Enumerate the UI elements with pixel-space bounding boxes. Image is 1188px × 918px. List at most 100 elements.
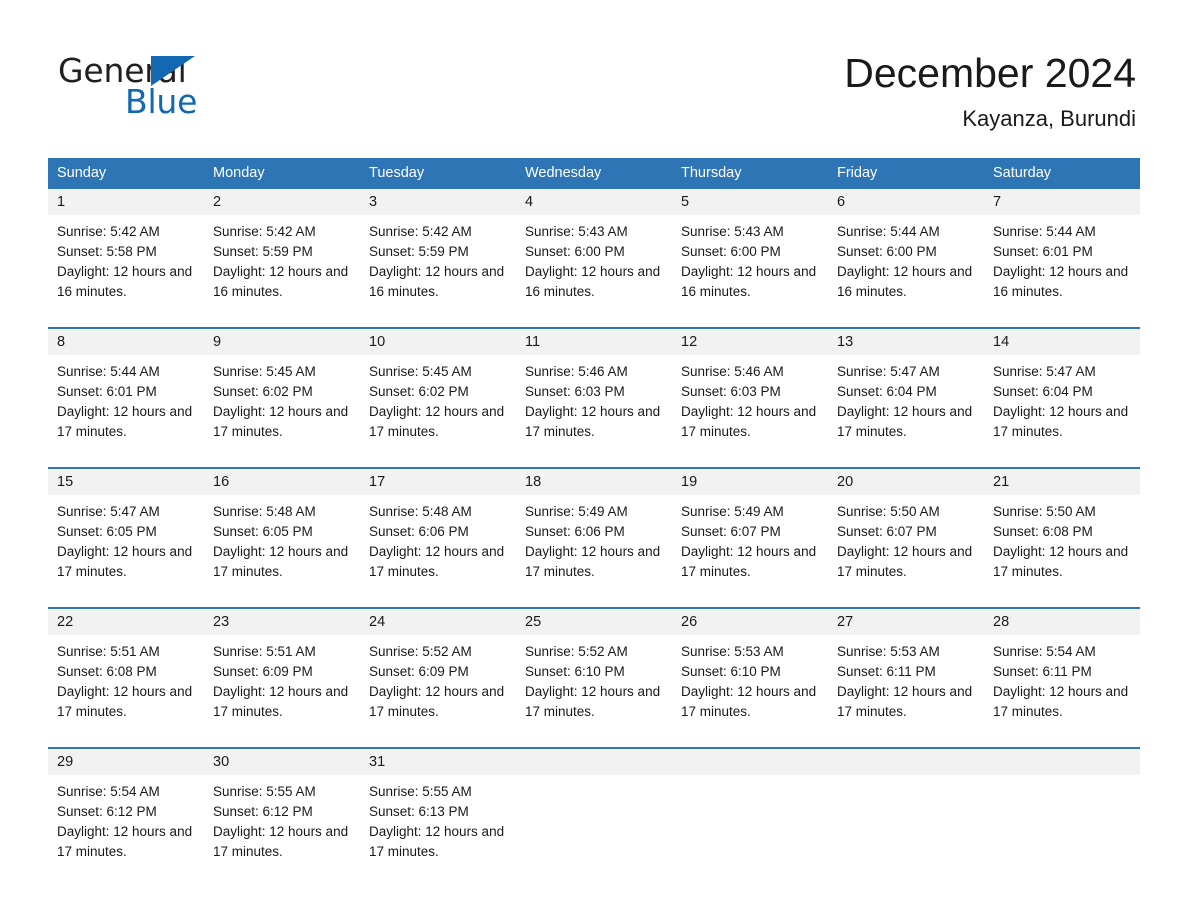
page-title: December 2024 [844, 50, 1136, 96]
sunset-text: Sunset: 6:07 PM [681, 524, 781, 539]
day-number: 3 [360, 189, 516, 215]
day-details: Sunrise: 5:47 AM Sunset: 6:04 PM Dayligh… [828, 355, 984, 463]
day-cell[interactable]: 1 Sunrise: 5:42 AM Sunset: 5:58 PM Dayli… [48, 189, 204, 323]
day-cell[interactable]: 31 Sunrise: 5:55 AM Sunset: 6:13 PM Dayl… [360, 749, 516, 883]
day-number: 31 [360, 749, 516, 775]
day-number: 19 [672, 469, 828, 495]
sunset-text: Sunset: 6:03 PM [681, 384, 781, 399]
day-number: 18 [516, 469, 672, 495]
day-cell[interactable]: 13 Sunrise: 5:47 AM Sunset: 6:04 PM Dayl… [828, 329, 984, 463]
daylight-text: Daylight: 12 hours and 17 minutes. [837, 544, 973, 579]
day-details: Sunrise: 5:43 AM Sunset: 6:00 PM Dayligh… [516, 215, 672, 323]
daylight-text: Daylight: 12 hours and 17 minutes. [993, 404, 1129, 439]
day-cell[interactable]: 27 Sunrise: 5:53 AM Sunset: 6:11 PM Dayl… [828, 609, 984, 743]
day-details [984, 775, 1140, 883]
sunrise-text: Sunrise: 5:49 AM [525, 504, 628, 519]
dow-monday: Monday [213, 165, 265, 181]
daylight-text: Daylight: 12 hours and 17 minutes. [525, 544, 661, 579]
daylight-text: Daylight: 12 hours and 17 minutes. [837, 684, 973, 719]
day-number: 6 [828, 189, 984, 215]
day-cell[interactable]: 30 Sunrise: 5:55 AM Sunset: 6:12 PM Dayl… [204, 749, 360, 883]
sunrise-text: Sunrise: 5:52 AM [525, 644, 628, 659]
generalblue-logo[interactable]: General Blue [58, 52, 288, 121]
day-details: Sunrise: 5:55 AM Sunset: 6:12 PM Dayligh… [204, 775, 360, 883]
daylight-text: Daylight: 12 hours and 17 minutes. [681, 684, 817, 719]
week-row: 29 Sunrise: 5:54 AM Sunset: 6:12 PM Dayl… [48, 747, 1140, 883]
daylight-text: Daylight: 12 hours and 16 minutes. [57, 264, 193, 299]
day-number: 15 [48, 469, 204, 495]
day-cell[interactable]: 21 Sunrise: 5:50 AM Sunset: 6:08 PM Dayl… [984, 469, 1140, 603]
day-cell[interactable]: 16 Sunrise: 5:48 AM Sunset: 6:05 PM Dayl… [204, 469, 360, 603]
day-details: Sunrise: 5:53 AM Sunset: 6:10 PM Dayligh… [672, 635, 828, 743]
day-cell[interactable]: 24 Sunrise: 5:52 AM Sunset: 6:09 PM Dayl… [360, 609, 516, 743]
sunrise-text: Sunrise: 5:42 AM [369, 224, 472, 239]
day-cell[interactable]: 9 Sunrise: 5:45 AM Sunset: 6:02 PM Dayli… [204, 329, 360, 463]
day-cell[interactable]: 29 Sunrise: 5:54 AM Sunset: 6:12 PM Dayl… [48, 749, 204, 883]
day-details: Sunrise: 5:46 AM Sunset: 6:03 PM Dayligh… [516, 355, 672, 463]
day-details: Sunrise: 5:48 AM Sunset: 6:06 PM Dayligh… [360, 495, 516, 603]
daylight-text: Daylight: 12 hours and 17 minutes. [993, 684, 1129, 719]
day-cell[interactable]: 2 Sunrise: 5:42 AM Sunset: 5:59 PM Dayli… [204, 189, 360, 323]
day-number [516, 749, 672, 775]
location-subtitle: Kayanza, Burundi [962, 106, 1136, 131]
daylight-text: Daylight: 12 hours and 17 minutes. [369, 404, 505, 439]
day-cell[interactable]: 12 Sunrise: 5:46 AM Sunset: 6:03 PM Dayl… [672, 329, 828, 463]
day-cell[interactable]: 8 Sunrise: 5:44 AM Sunset: 6:01 PM Dayli… [48, 329, 204, 463]
day-cell[interactable]: 7 Sunrise: 5:44 AM Sunset: 6:01 PM Dayli… [984, 189, 1140, 323]
day-cell[interactable]: 26 Sunrise: 5:53 AM Sunset: 6:10 PM Dayl… [672, 609, 828, 743]
day-cell[interactable]: 3 Sunrise: 5:42 AM Sunset: 5:59 PM Dayli… [360, 189, 516, 323]
day-cell[interactable]: 10 Sunrise: 5:45 AM Sunset: 6:02 PM Dayl… [360, 329, 516, 463]
day-cell[interactable]: 20 Sunrise: 5:50 AM Sunset: 6:07 PM Dayl… [828, 469, 984, 603]
day-cell[interactable]: 28 Sunrise: 5:54 AM Sunset: 6:11 PM Dayl… [984, 609, 1140, 743]
day-number: 22 [48, 609, 204, 635]
day-details: Sunrise: 5:50 AM Sunset: 6:07 PM Dayligh… [828, 495, 984, 603]
sunset-text: Sunset: 6:00 PM [837, 244, 937, 259]
dow-sunday: Sunday [57, 165, 107, 181]
day-cell[interactable]: 19 Sunrise: 5:49 AM Sunset: 6:07 PM Dayl… [672, 469, 828, 603]
day-cell[interactable]: 11 Sunrise: 5:46 AM Sunset: 6:03 PM Dayl… [516, 329, 672, 463]
calendar-grid: Sunday Monday Tuesday Wednesday Thursday… [48, 158, 1140, 883]
day-of-week-header-row: Sunday Monday Tuesday Wednesday Thursday… [48, 158, 1140, 189]
sunrise-text: Sunrise: 5:52 AM [369, 644, 472, 659]
day-details: Sunrise: 5:47 AM Sunset: 6:05 PM Dayligh… [48, 495, 204, 603]
daylight-text: Daylight: 12 hours and 17 minutes. [213, 824, 349, 859]
day-number: 10 [360, 329, 516, 355]
day-details [516, 775, 672, 883]
sunrise-text: Sunrise: 5:47 AM [993, 364, 1096, 379]
day-number: 23 [204, 609, 360, 635]
day-cell[interactable]: 22 Sunrise: 5:51 AM Sunset: 6:08 PM Dayl… [48, 609, 204, 743]
sunset-text: Sunset: 6:04 PM [993, 384, 1093, 399]
sunset-text: Sunset: 6:01 PM [993, 244, 1093, 259]
day-number: 21 [984, 469, 1140, 495]
day-cell[interactable]: 5 Sunrise: 5:43 AM Sunset: 6:00 PM Dayli… [672, 189, 828, 323]
day-number: 12 [672, 329, 828, 355]
day-number [672, 749, 828, 775]
daylight-text: Daylight: 12 hours and 17 minutes. [57, 404, 193, 439]
sunrise-text: Sunrise: 5:42 AM [57, 224, 160, 239]
sunrise-text: Sunrise: 5:44 AM [57, 364, 160, 379]
daylight-text: Daylight: 12 hours and 17 minutes. [57, 824, 193, 859]
day-cell-empty [516, 749, 672, 883]
sunset-text: Sunset: 6:12 PM [213, 804, 313, 819]
sunrise-text: Sunrise: 5:44 AM [993, 224, 1096, 239]
day-cell[interactable]: 6 Sunrise: 5:44 AM Sunset: 6:00 PM Dayli… [828, 189, 984, 323]
page-header: General Blue December 2024 Kayanza, Buru… [0, 0, 1188, 152]
day-cell[interactable]: 14 Sunrise: 5:47 AM Sunset: 6:04 PM Dayl… [984, 329, 1140, 463]
week-row: 1 Sunrise: 5:42 AM Sunset: 5:58 PM Dayli… [48, 189, 1140, 323]
day-details: Sunrise: 5:49 AM Sunset: 6:06 PM Dayligh… [516, 495, 672, 603]
day-cell[interactable]: 23 Sunrise: 5:51 AM Sunset: 6:09 PM Dayl… [204, 609, 360, 743]
daylight-text: Daylight: 12 hours and 16 minutes. [369, 264, 505, 299]
day-details: Sunrise: 5:52 AM Sunset: 6:10 PM Dayligh… [516, 635, 672, 743]
day-cell[interactable]: 18 Sunrise: 5:49 AM Sunset: 6:06 PM Dayl… [516, 469, 672, 603]
day-cell[interactable]: 25 Sunrise: 5:52 AM Sunset: 6:10 PM Dayl… [516, 609, 672, 743]
day-cell[interactable]: 17 Sunrise: 5:48 AM Sunset: 6:06 PM Dayl… [360, 469, 516, 603]
day-number: 26 [672, 609, 828, 635]
day-cell[interactable]: 15 Sunrise: 5:47 AM Sunset: 6:05 PM Dayl… [48, 469, 204, 603]
day-number: 17 [360, 469, 516, 495]
day-cell[interactable]: 4 Sunrise: 5:43 AM Sunset: 6:00 PM Dayli… [516, 189, 672, 323]
day-number: 13 [828, 329, 984, 355]
sunrise-text: Sunrise: 5:53 AM [837, 644, 940, 659]
daylight-text: Daylight: 12 hours and 17 minutes. [681, 544, 817, 579]
day-number: 4 [516, 189, 672, 215]
daylight-text: Daylight: 12 hours and 17 minutes. [369, 684, 505, 719]
